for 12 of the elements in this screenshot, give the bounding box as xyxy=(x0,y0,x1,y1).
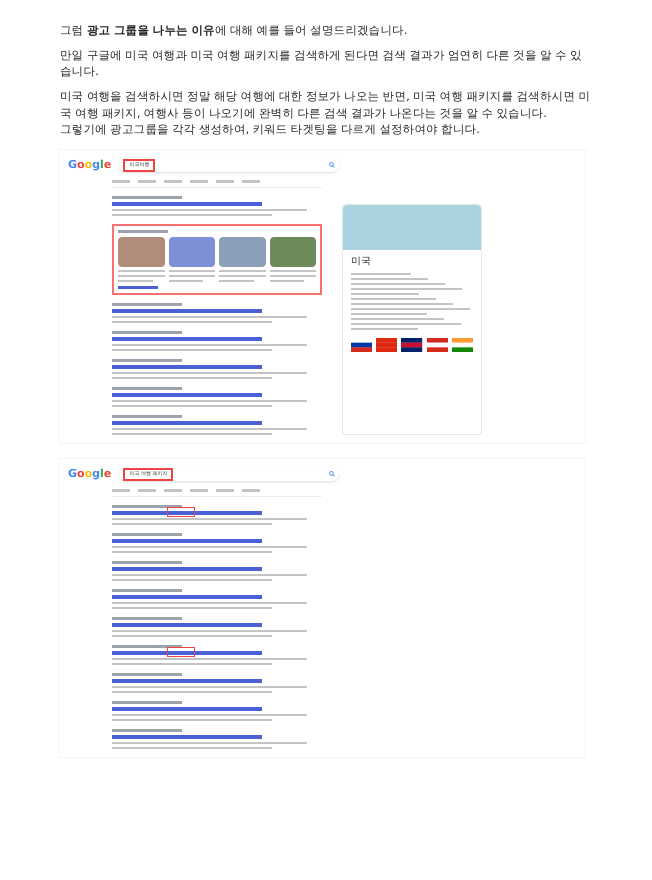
flag-icon xyxy=(452,338,474,352)
search-icon xyxy=(329,162,336,168)
body-paragraph: 미국 여행을 검색하시면 정말 해당 여행에 대한 정보가 나오는 반면, 미국 여행 패키지를 검색하시면 미국 여행 패키지, 여행사 등이 나오기에 완벽히 다른 검색 결과가 나온다는 것을 알 수 있습니다. 그렇기에 광고그룹을 각각 생성하여, 키워드 타겟팅을 다르게 설정하여야 합니다. xyxy=(60,88,592,138)
google-logo: Google xyxy=(68,158,112,172)
search-icon xyxy=(329,471,336,478)
body-paragraph: 만일 구글에 미국 여행과 미국 여행 패키지를 검색하게 된다면 검색 결과가 엄연히 다른 것을 알 수 있습니다. xyxy=(60,46,583,80)
panel-title: 미국 xyxy=(350,255,372,270)
google-logo: Google xyxy=(68,467,112,482)
flag-icon xyxy=(376,338,398,352)
flag-icon xyxy=(426,338,448,352)
flag-icon xyxy=(401,338,423,352)
body-paragraph: 그럼 광고 그룹을 나누는 이유에 대해 예를 들어 설명드리겠습니다. xyxy=(60,22,408,39)
